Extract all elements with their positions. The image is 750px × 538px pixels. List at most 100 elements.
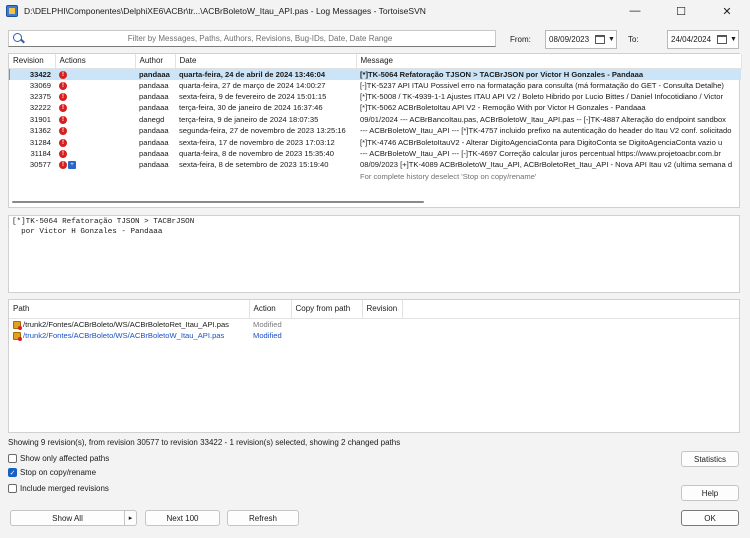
actions-cell: ! + (55, 159, 135, 170)
table-row[interactable]: /trunk2/Fontes/ACBrBoleto/WS/ACBrBoletoR… (9, 318, 739, 330)
column-header-copy-from-path[interactable]: Copy from path (291, 300, 363, 319)
refresh-button[interactable]: Refresh (227, 510, 299, 526)
actions-cell: ! (55, 125, 135, 136)
message-cell: [-]TK-5237 API ITAU Possivel erro na for… (360, 80, 724, 90)
author-cell: pandaaa (135, 68, 175, 80)
table-row[interactable]: 33069 ! pandaaa quarta-feira, 27 de març… (9, 80, 741, 91)
window-title: D:\DELPHI\Componentes\DelphiXE6\ACBr\tr.… (24, 6, 426, 16)
table-row[interactable]: 31284 ! pandaaa sexta-feira, 17 de novem… (9, 136, 741, 147)
checkbox-box[interactable] (8, 484, 17, 493)
search-icon[interactable] (11, 32, 25, 46)
column-header-action[interactable]: Action (249, 300, 292, 319)
table-row[interactable]: 32375 ! pandaaa sexta-feira, 9 de fevere… (9, 91, 741, 102)
revision-cell: 32375 (29, 92, 51, 102)
minimize-button[interactable]: — (612, 0, 658, 22)
to-date-value[interactable]: 24/04/2024 (671, 35, 717, 44)
author-cell: pandaaa (139, 149, 169, 159)
modified-icon: ! (59, 81, 67, 90)
to-label: To: (628, 35, 639, 44)
action-cell: Modified (253, 319, 282, 329)
added-icon: + (68, 161, 76, 170)
checkbox-label: Show only affected paths (20, 454, 110, 463)
changed-paths-list[interactable]: Path Action Copy from path Revision /tru… (8, 299, 740, 433)
revision-cell: 33422 (9, 68, 55, 80)
ok-button[interactable]: OK (681, 510, 739, 526)
checkbox-box[interactable]: ✓ (8, 468, 17, 477)
date-cell: quarta-feira, 24 de abril de 2024 13:46:… (175, 68, 356, 80)
message-cell: 08/09/2023 [+]TK-4089 ACBrBoletoW_Itau_A… (360, 160, 733, 170)
statistics-button[interactable]: Statistics (681, 451, 739, 467)
help-button[interactable]: Help (681, 485, 739, 501)
stop-on-copy-checkbox[interactable]: ✓ Stop on copy/rename (8, 468, 96, 477)
checkbox-label: Stop on copy/rename (20, 468, 97, 477)
table-row[interactable]: 31184 ! pandaaa quarta-feira, 8 de novem… (9, 148, 741, 159)
modified-icon: ! (59, 104, 67, 113)
column-header-date[interactable]: Date (175, 54, 357, 69)
table-row[interactable]: 33422 ! pandaaa quarta-feira, 24 de abri… (9, 68, 741, 80)
message-cell: --- ACBrBoletoW_Itau_API --- [-]TK-4697 … (360, 149, 721, 159)
log-message-text[interactable]: [*]TK-5064 Refatoração TJSON > TACBrJSON… (8, 215, 740, 293)
close-button[interactable]: ✕ (704, 0, 750, 22)
from-date-picker[interactable]: 08/09/2023 ▼ (545, 30, 617, 49)
table-row[interactable]: /trunk2/Fontes/ACBrBoleto/WS/ACBrBoletoW… (9, 330, 739, 341)
button-label: Show All (52, 513, 83, 523)
author-cell: pandaaa (139, 126, 169, 136)
chevron-down-icon[interactable]: ▼ (729, 36, 738, 43)
actions-cell: ! (55, 114, 135, 125)
path-cell: /trunk2/Fontes/ACBrBoleto/WS/ACBrBoletoW… (9, 330, 249, 341)
filter-box[interactable] (8, 30, 496, 47)
date-cell: sexta-feira, 17 de novembro de 2023 17:0… (179, 137, 335, 147)
actions-cell: ! (55, 148, 135, 159)
table-row[interactable]: 32222 ! pandaaa terça-feira, 30 de janei… (9, 102, 741, 113)
maximize-button[interactable]: ☐ (658, 0, 704, 22)
revision-cell: 31284 (29, 137, 51, 147)
table-row[interactable]: 31362 ! pandaaa segunda-feira, 27 de nov… (9, 125, 741, 136)
column-header-path[interactable]: Path (9, 300, 250, 319)
column-header-message[interactable]: Message (356, 54, 742, 69)
action-cell: Modified (253, 330, 282, 340)
column-header-actions[interactable]: Actions (55, 54, 136, 69)
revision-list[interactable]: Revision Actions Author Date Message 334… (8, 53, 742, 208)
calendar-icon[interactable] (717, 35, 727, 44)
author-cell: pandaaa (139, 103, 169, 113)
author-cell: pandaaa (139, 137, 169, 147)
include-merged-checkbox[interactable]: Include merged revisions (8, 484, 109, 493)
date-cell: segunda-feira, 27 de novembro de 2023 13… (179, 126, 346, 136)
message-cell: [*]TK-5008 / TK-4939-1-1 Ajustes ITAU AP… (360, 92, 723, 102)
modified-file-icon (13, 320, 22, 330)
calendar-icon[interactable] (595, 35, 605, 44)
column-header-author[interactable]: Author (135, 54, 176, 69)
show-affected-paths-checkbox[interactable]: Show only affected paths (8, 454, 109, 463)
date-cell: sexta-feira, 9 de fevereiro de 2024 15:0… (179, 92, 327, 102)
modified-file-icon (13, 331, 22, 341)
message-cell: 09/01/2024 --- ACBrBancoItau.pas, ACBrBo… (360, 114, 726, 124)
title-bar: D:\DELPHI\Componentes\DelphiXE6\ACBr\tr.… (0, 0, 750, 22)
modified-icon: ! (59, 93, 67, 102)
from-label: From: (510, 35, 531, 44)
revision-cell: 31362 (29, 126, 51, 136)
history-note-row: For complete history deselect 'Stop on c… (9, 171, 741, 182)
date-cell: quarta-feira, 27 de março de 2024 14:00:… (179, 80, 326, 90)
date-cell: quarta-feira, 8 de novembro de 2023 15:3… (179, 149, 334, 159)
from-date-value[interactable]: 08/09/2023 (549, 35, 595, 44)
filter-input[interactable] (25, 33, 495, 44)
to-date-picker[interactable]: 24/04/2024 ▼ (667, 30, 739, 49)
modified-icon: ! (59, 127, 67, 136)
chevron-right-icon[interactable]: ▸ (124, 511, 136, 525)
history-note: For complete history deselect 'Stop on c… (360, 171, 537, 181)
column-header-revision[interactable]: Revision (9, 54, 56, 69)
table-row[interactable]: 30577 ! + pandaaa sexta-feira, 8 de setem… (9, 159, 741, 170)
next-100-button[interactable]: Next 100 (145, 510, 220, 526)
author-cell: pandaaa (139, 92, 169, 102)
horizontal-scrollbar[interactable] (10, 198, 738, 206)
actions-cell: ! (55, 68, 135, 80)
date-cell: terça-feira, 9 de janeiro de 2024 18:07:… (179, 114, 319, 124)
column-header-revision[interactable]: Revision (362, 300, 403, 319)
table-row[interactable]: 31901 ! danegd terça-feira, 9 de janeiro… (9, 114, 741, 125)
checkbox-label: Include merged revisions (20, 484, 109, 493)
chevron-down-icon[interactable]: ▼ (607, 36, 616, 43)
message-cell: --- ACBrBoletoW_Itau_API --- [*]TK-4757 … (360, 126, 732, 136)
checkbox-box[interactable] (8, 454, 17, 463)
scrollbar-thumb[interactable] (12, 201, 424, 203)
show-all-button[interactable]: Show All ▸ (10, 510, 137, 526)
